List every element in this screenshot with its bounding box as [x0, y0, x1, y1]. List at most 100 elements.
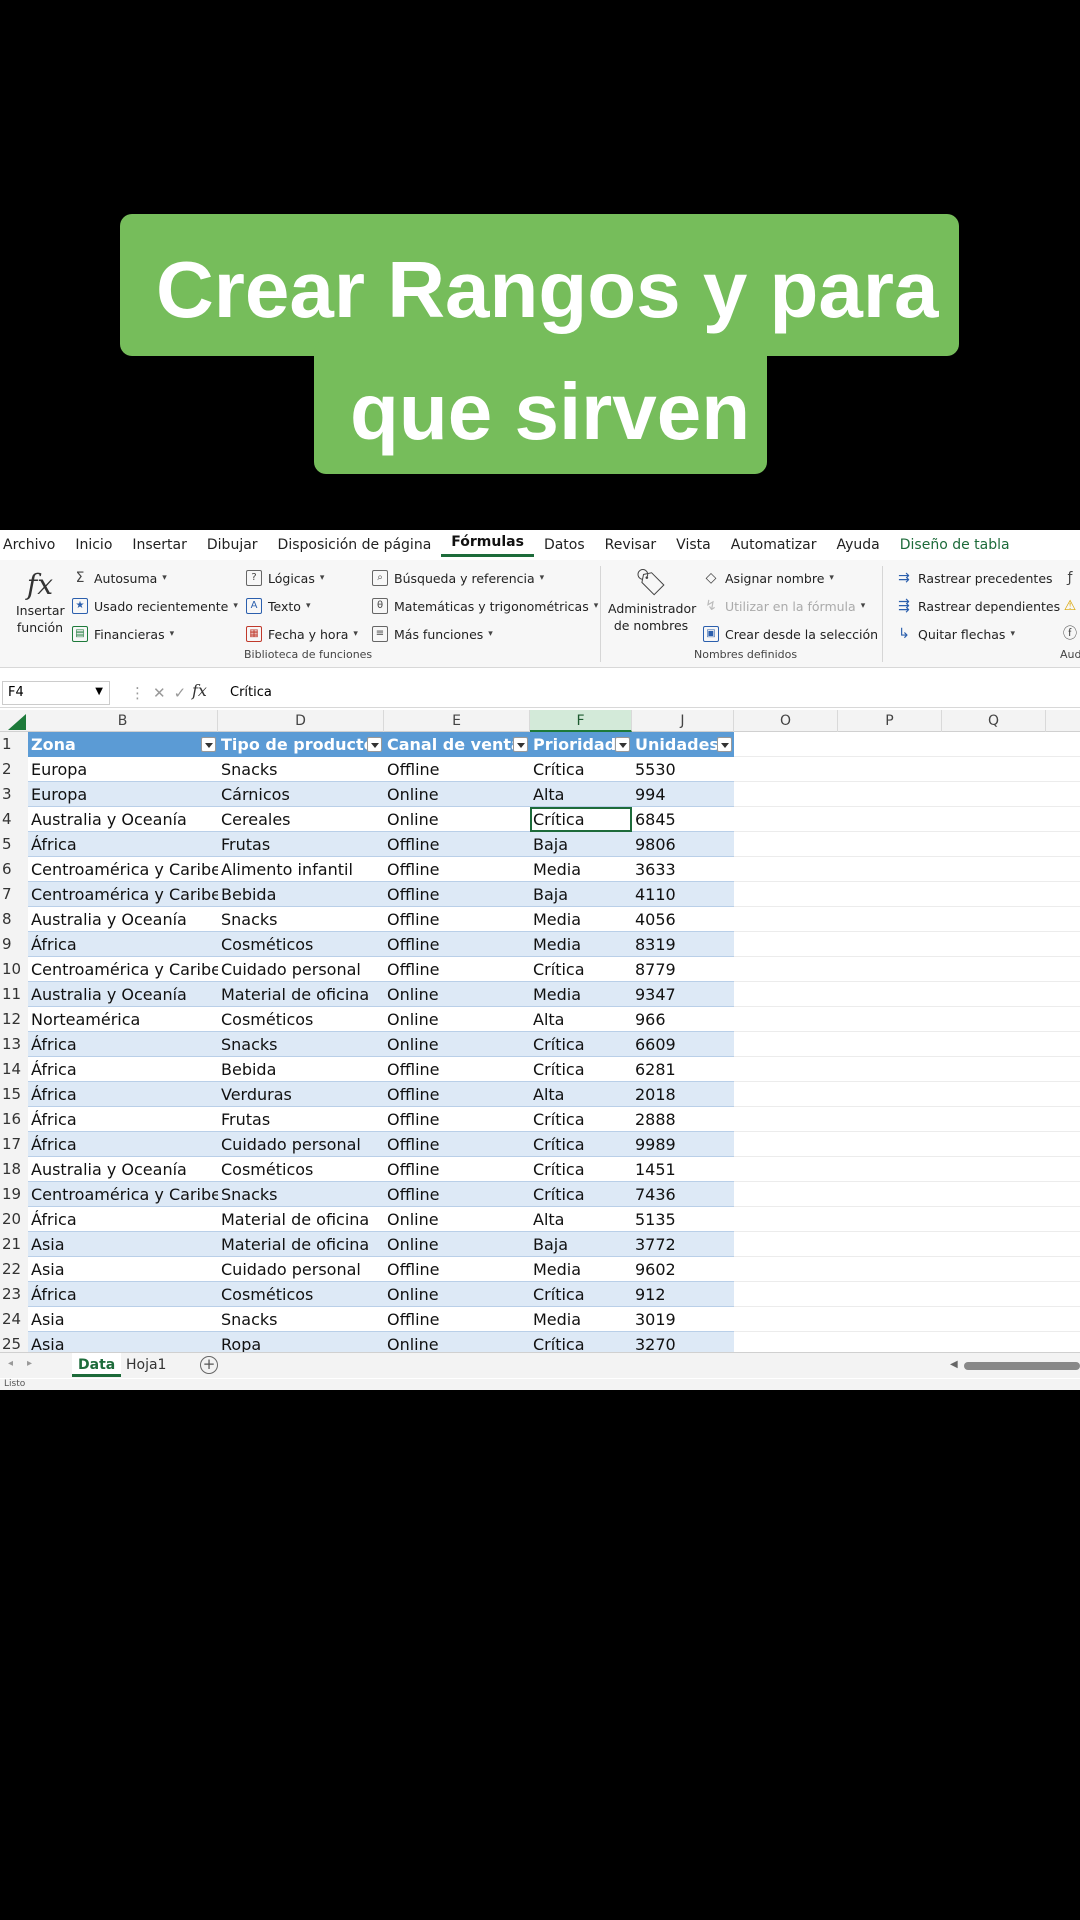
table-cell[interactable]: África [28, 1282, 218, 1307]
sheet-nav-arrows[interactable]: ◂▸ [8, 1358, 46, 1369]
table-cell[interactable]: Media [530, 1257, 632, 1282]
name-box[interactable]: F4 ▼ [2, 681, 110, 705]
trace-precedents-button[interactable]: ⇉ Rastrear precedentes [896, 570, 1052, 586]
table-cell[interactable]: Crítica [530, 1182, 632, 1207]
row-number[interactable]: 13 [0, 1032, 28, 1057]
table-cell[interactable]: 9989 [632, 1132, 734, 1157]
sheet-tab-data[interactable]: Data [72, 1353, 122, 1377]
table-cell[interactable]: 9806 [632, 832, 734, 857]
ribbon-tab[interactable]: Datos [534, 537, 595, 553]
table-cell[interactable]: Offline [384, 1057, 530, 1082]
table-cell[interactable]: África [28, 1032, 218, 1057]
table-cell[interactable]: Baja [530, 1232, 632, 1257]
table-cell[interactable]: 966 [632, 1007, 734, 1032]
ribbon-tab[interactable]: Archivo [0, 537, 65, 553]
table-cell[interactable]: África [28, 1082, 218, 1107]
table-cell[interactable]: Verduras [218, 1082, 384, 1107]
table-cell[interactable]: África [28, 1132, 218, 1157]
filter-dropdown-icon[interactable] [367, 737, 382, 752]
table-cell[interactable]: Offline [384, 832, 530, 857]
table-cell[interactable]: Offline [384, 1257, 530, 1282]
table-cell[interactable]: Media [530, 857, 632, 882]
row-number[interactable]: 18 [0, 1157, 28, 1182]
table-cell[interactable]: Material de oficina [218, 982, 384, 1007]
table-header-cell[interactable]: Unidades [632, 732, 734, 757]
table-cell[interactable]: 3019 [632, 1307, 734, 1332]
table-cell[interactable]: Crítica [530, 807, 632, 832]
ribbon-tab[interactable]: Diseño de tabla [890, 537, 1020, 553]
ribbon-tab[interactable]: Disposición de página [268, 537, 442, 553]
horizontal-scrollbar[interactable] [964, 1362, 1080, 1370]
table-cell[interactable]: Asia [28, 1257, 218, 1282]
table-cell[interactable]: Online [384, 1032, 530, 1057]
table-cell[interactable]: África [28, 1207, 218, 1232]
ribbon-tab[interactable]: Dibujar [197, 537, 268, 553]
table-cell[interactable]: Cosméticos [218, 1157, 384, 1182]
column-header[interactable]: F [530, 710, 632, 732]
add-sheet-icon[interactable]: + [200, 1356, 218, 1374]
row-number[interactable]: 6 [0, 857, 28, 882]
table-cell[interactable]: Asia [28, 1307, 218, 1332]
table-cell[interactable]: Online [384, 982, 530, 1007]
row-number[interactable]: 14 [0, 1057, 28, 1082]
table-cell[interactable]: Offline [384, 1182, 530, 1207]
table-cell[interactable]: Australia y Oceanía [28, 907, 218, 932]
table-cell[interactable]: 1451 [632, 1157, 734, 1182]
filter-dropdown-icon[interactable] [717, 737, 732, 752]
row-number[interactable]: 10 [0, 957, 28, 982]
table-cell[interactable]: África [28, 932, 218, 957]
row-number[interactable]: 5 [0, 832, 28, 857]
table-cell[interactable]: Offline [384, 757, 530, 782]
row-number[interactable]: 4 [0, 807, 28, 832]
table-cell[interactable]: Online [384, 1007, 530, 1032]
table-cell[interactable]: Cuidado personal [218, 1132, 384, 1157]
filter-dropdown-icon[interactable] [201, 737, 216, 752]
ribbon-tab[interactable]: Inicio [65, 537, 122, 553]
table-cell[interactable]: Asia [28, 1232, 218, 1257]
table-cell[interactable]: Frutas [218, 832, 384, 857]
row-number[interactable]: 7 [0, 882, 28, 907]
table-cell[interactable]: 3633 [632, 857, 734, 882]
table-cell[interactable]: Offline [384, 1157, 530, 1182]
column-header[interactable]: Q [942, 710, 1046, 732]
table-cell[interactable]: 9602 [632, 1257, 734, 1282]
table-cell[interactable]: Snacks [218, 1307, 384, 1332]
table-cell[interactable]: Centroamérica y Caribe [28, 1182, 218, 1207]
table-cell[interactable]: 2018 [632, 1082, 734, 1107]
use-in-formula-button[interactable]: ↯ Utilizar en la fórmula ▾ [703, 598, 865, 614]
row-number[interactable]: 12 [0, 1007, 28, 1032]
table-cell[interactable]: Offline [384, 957, 530, 982]
row-number[interactable]: 21 [0, 1232, 28, 1257]
table-cell[interactable]: 4056 [632, 907, 734, 932]
table-cell[interactable]: Online [384, 782, 530, 807]
fx-icon[interactable]: fx [192, 681, 207, 700]
ribbon-tab[interactable]: Ayuda [827, 537, 890, 553]
table-cell[interactable]: Europa [28, 757, 218, 782]
table-cell[interactable]: Offline [384, 1307, 530, 1332]
table-cell[interactable]: Online [384, 1282, 530, 1307]
table-cell[interactable]: Offline [384, 932, 530, 957]
table-cell[interactable]: Centroamérica y Caribe [28, 857, 218, 882]
row-number[interactable]: 17 [0, 1132, 28, 1157]
table-cell[interactable]: 6845 [632, 807, 734, 832]
name-manager-button[interactable]: 🏷 Administrador de nombres [608, 566, 696, 634]
table-cell[interactable]: Australia y Oceanía [28, 807, 218, 832]
table-cell[interactable]: Cosméticos [218, 1007, 384, 1032]
filter-dropdown-icon[interactable] [513, 737, 528, 752]
table-cell[interactable]: Snacks [218, 1032, 384, 1057]
evaluate-icon[interactable]: ⓕ [1062, 626, 1080, 642]
formula-input[interactable]: Crítica [230, 685, 272, 700]
table-cell[interactable]: 6609 [632, 1032, 734, 1057]
row-number[interactable]: 2 [0, 757, 28, 782]
table-cell[interactable]: Crítica [530, 1032, 632, 1057]
table-cell[interactable]: 8779 [632, 957, 734, 982]
table-cell[interactable]: Cuidado personal [218, 957, 384, 982]
datetime-button[interactable]: ▦ Fecha y hora ▾ [246, 626, 358, 642]
column-header[interactable]: E [384, 710, 530, 732]
lookup-button[interactable]: ⌕ Búsqueda y referencia ▾ [372, 570, 544, 586]
table-header-cell[interactable]: Tipo de producto [218, 732, 384, 757]
table-cell[interactable]: Snacks [218, 907, 384, 932]
column-header[interactable]: O [734, 710, 838, 732]
table-cell[interactable]: África [28, 1107, 218, 1132]
logical-button[interactable]: ? Lógicas ▾ [246, 570, 324, 586]
